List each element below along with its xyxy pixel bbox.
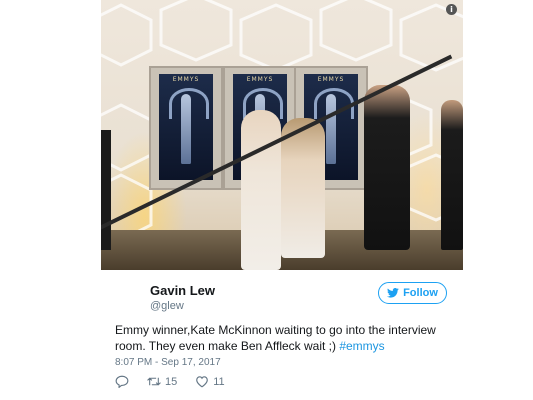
retweet-button[interactable]: 15 (147, 375, 177, 388)
person-white-dress (241, 110, 281, 270)
tweet-actions: 15 11 (115, 375, 243, 388)
tweet-photo[interactable]: EMMYS EMMYS EMMYS i (101, 0, 463, 270)
author-name[interactable]: Gavin Lew (150, 283, 215, 298)
follow-button[interactable]: Follow (378, 282, 447, 304)
like-count: 11 (213, 375, 225, 388)
twitter-bird-icon (387, 288, 399, 298)
avatar[interactable] (111, 285, 147, 321)
follow-label: Follow (403, 287, 438, 299)
tweet-timestamp[interactable]: 8:07 PM - Sep 17, 2017 (115, 357, 221, 368)
retweet-count: 15 (165, 375, 178, 388)
tweet-text: Emmy winner,Kate McKinnon waiting to go … (115, 322, 455, 354)
hashtag-link[interactable]: #emmys (339, 339, 384, 353)
tweet-text-main: Emmy winner,Kate McKinnon waiting to go … (115, 323, 436, 353)
like-button[interactable]: 11 (195, 375, 225, 388)
person-left-edge (101, 130, 111, 250)
retweet-icon (147, 377, 161, 386)
person-dark-suit (364, 85, 410, 250)
like-icon (196, 376, 209, 388)
reply-icon (115, 375, 129, 388)
author-handle[interactable]: @glew (150, 300, 184, 312)
reply-button[interactable] (115, 375, 129, 388)
tweet-card: EMMYS EMMYS EMMYS i Gavin Lew @glew Foll… (101, 0, 463, 400)
person-blonde-center (281, 118, 325, 258)
person-right-edge (441, 100, 463, 250)
info-icon[interactable]: i (446, 4, 457, 15)
